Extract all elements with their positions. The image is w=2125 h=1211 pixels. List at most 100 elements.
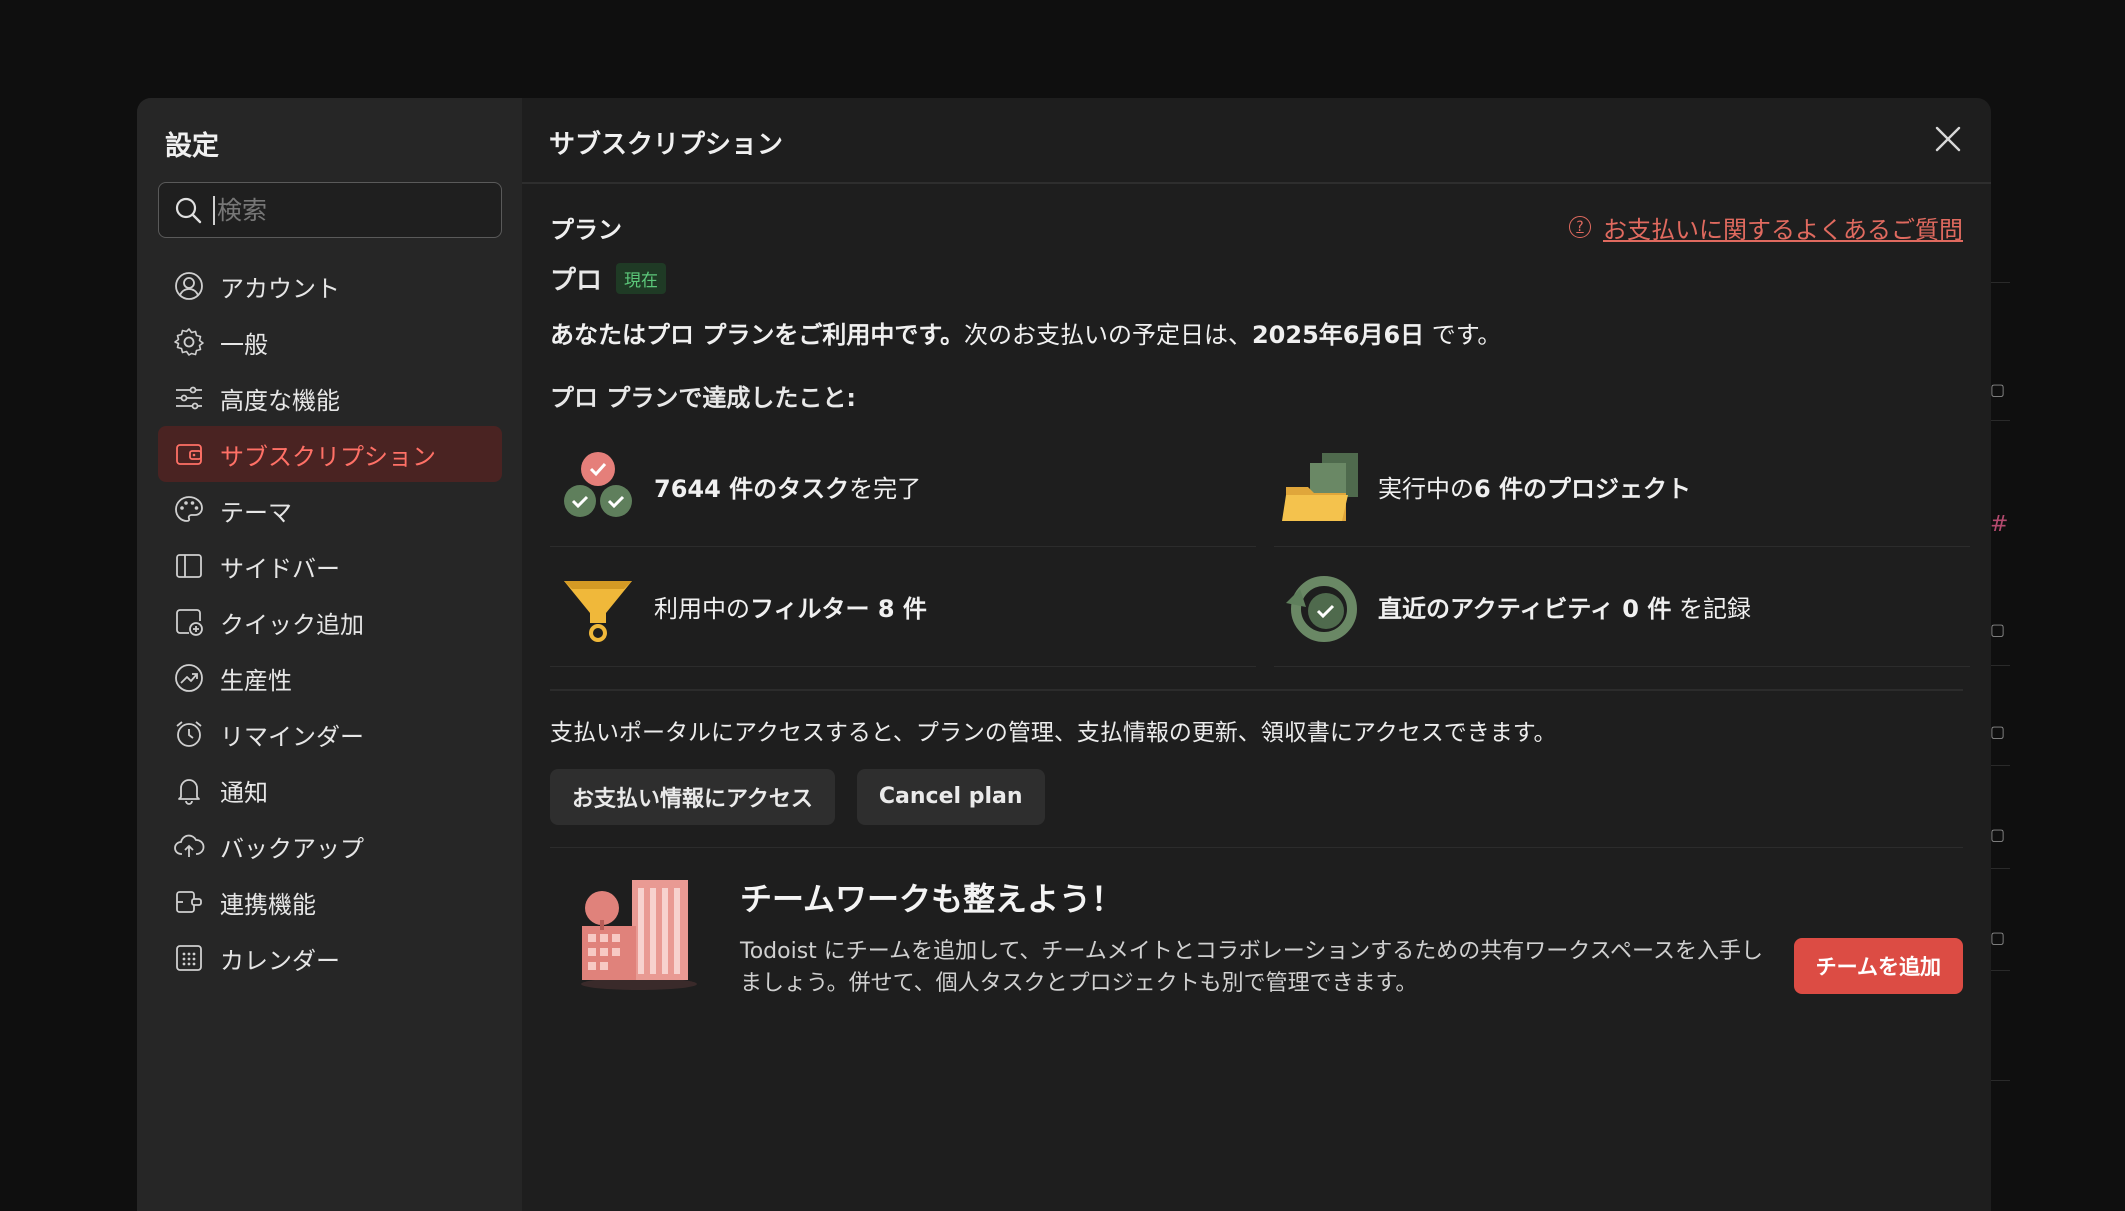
activity-suffix: を記録: [1671, 595, 1751, 623]
portal-description: 支払いポータルにアクセスすると、プランの管理、支払情報の更新、領収書にアクセスで…: [550, 719, 1557, 746]
comment-icon: ▢: [1990, 928, 2006, 947]
sidebar-item-label: アカウント: [220, 274, 340, 303]
subscription-panel: サブスクリプション プラン ? お支払いに関するよくあるご質問 プロ 現在 あな…: [522, 98, 1991, 1211]
stat-projects-text: 実行中の6 件のプロジェクト: [1378, 469, 1691, 504]
next-payment-date: 2025年6月6日: [1251, 321, 1425, 349]
sidebar-item-label: 高度な機能: [220, 386, 340, 415]
sidebar-item-sidebar[interactable]: サイドバー: [158, 538, 502, 594]
cancel-plan-button[interactable]: Cancel plan: [856, 768, 1045, 825]
sidebar-item-subscription[interactable]: サブスクリプション: [158, 426, 502, 482]
comment-icon: ▢: [1990, 722, 2006, 741]
sidebar-item-quick-add[interactable]: クイック追加: [158, 594, 502, 650]
stat-activity-text: 直近のアクティビティ 0 件 を記録: [1378, 589, 1751, 624]
search-box[interactable]: [158, 182, 502, 238]
sidebar-item-advanced[interactable]: 高度な機能: [158, 370, 502, 426]
faq-link-label: お支払いに関するよくあるご質問: [1603, 215, 1963, 244]
hash-icon: #: [1990, 512, 2009, 537]
integrations-icon: [172, 885, 206, 919]
stat-tasks-text: 7644 件のタスクを完了: [654, 469, 921, 504]
sidebar-item-general[interactable]: 一般: [158, 314, 502, 370]
settings-modal: 設定 アカウント 一般 高度な機能 サブスクリプション: [137, 98, 1991, 1211]
sidebar-item-reminders[interactable]: リマインダー: [158, 706, 502, 762]
close-icon: [1935, 126, 1961, 152]
section-divider: [550, 689, 1963, 691]
filter-illustration: [564, 580, 632, 642]
close-button[interactable]: [1931, 122, 1965, 156]
sidebar-item-productivity[interactable]: 生産性: [158, 650, 502, 706]
sidebar-item-account[interactable]: アカウント: [158, 258, 502, 314]
team-promo-description: Todoist にチームを追加して、チームメイトとコラボレーションするための共有…: [740, 939, 1763, 996]
projects-illustration: [1282, 452, 1358, 521]
sidebar-item-backups[interactable]: バックアップ: [158, 818, 502, 874]
sidebar-item-label: カレンダー: [220, 946, 340, 975]
sidebar-item-integrations[interactable]: 連携機能: [158, 874, 502, 930]
sidebar-icon: [172, 549, 206, 583]
plan-description: あなたはプロ プランをご利用中です。次のお支払いの予定日は、2025年6月6日 …: [550, 315, 1963, 350]
sidebar-item-label: サブスクリプション: [220, 442, 436, 471]
section-divider: [550, 846, 1963, 848]
calendar-icon: [172, 941, 206, 975]
sidebar-item-label: サイドバー: [220, 554, 340, 583]
palette-icon: [172, 493, 206, 527]
stat-filters-text: 利用中のフィルター 8 件: [654, 589, 927, 624]
tasks-suffix: を完了: [849, 475, 922, 503]
add-team-button[interactable]: チームを追加: [1793, 938, 1963, 994]
stat-tasks: 7644 件のタスクを完了: [550, 427, 1256, 547]
achievements-grid: 7644 件のタスクを完了 実行中の6 件のプロジェクト 利用中のフィルター 8…: [550, 427, 1970, 667]
sidebar-item-label: 生産性: [220, 666, 292, 695]
filters-count: フィルター 8 件: [750, 595, 927, 623]
billing-portal-button[interactable]: お支払い情報にアクセス: [550, 768, 835, 825]
question-icon: ?: [1569, 216, 1591, 238]
comment-icon: ▢: [1990, 620, 2006, 639]
plan-section-label: プラン: [550, 215, 622, 244]
stat-activity: 直近のアクティビティ 0 件 を記録: [1274, 547, 1970, 667]
tasks-count: 7644 件のタスク: [654, 475, 850, 503]
stat-projects: 実行中の6 件のプロジェクト: [1274, 427, 1970, 547]
sidebar-item-theme[interactable]: テーマ: [158, 482, 502, 538]
completed-tasks-illustration: [564, 451, 632, 517]
wallet-icon: [172, 437, 206, 471]
productivity-icon: [172, 661, 206, 695]
page-title: サブスクリプション: [549, 130, 784, 160]
gear-icon: [172, 325, 206, 359]
settings-nav: アカウント 一般 高度な機能 サブスクリプション テーマ サイドバー クイック追…: [158, 258, 502, 986]
plan-actions: お支払い情報にアクセス Cancel plan: [550, 768, 1963, 825]
stat-filters: 利用中のフィルター 8 件: [550, 547, 1256, 667]
sidebar-item-label: 通知: [220, 778, 268, 807]
comment-icon: ▢: [1990, 380, 2006, 399]
sliders-icon: [172, 381, 206, 415]
sidebar-title: 設定: [165, 131, 219, 162]
sidebar-item-label: バックアップ: [220, 834, 364, 863]
sidebar-item-label: リマインダー: [220, 722, 364, 751]
filters-prefix: 利用中の: [654, 595, 750, 623]
sidebar-item-label: テーマ: [220, 498, 292, 527]
cloud-upload-icon: [172, 829, 206, 863]
team-building-illustration: [581, 880, 697, 990]
subscription-content: プラン ? お支払いに関するよくあるご質問 プロ 現在 あなたはプロ プランをご…: [550, 210, 1970, 1000]
search-icon: [175, 197, 202, 224]
achievements-title: プロ プランで達成したこと:: [550, 384, 856, 412]
activity-count: 直近のアクティビティ 0 件: [1378, 595, 1672, 623]
account-icon: [172, 269, 206, 303]
bell-icon: [172, 773, 206, 807]
activity-illustration: [1286, 575, 1357, 642]
quick-add-icon: [172, 605, 206, 639]
team-promo: チームワークも整えよう！ Todoist にチームを追加して、チームメイトとコラ…: [550, 874, 1963, 1000]
current-badge: 現在: [616, 263, 667, 294]
settings-sidebar: 設定 アカウント 一般 高度な機能 サブスクリプション: [137, 98, 522, 1211]
sidebar-item-calendar[interactable]: カレンダー: [158, 930, 502, 986]
plan-desc-part-c: です。: [1424, 321, 1502, 349]
background-list-peek: ▢ # ▢ ▢ ▢ ▢: [1990, 280, 2010, 1081]
plan-desc-part-b: 次のお支払いの予定日は、: [963, 321, 1252, 349]
search-input[interactable]: [213, 195, 483, 225]
alarm-icon: [172, 717, 206, 751]
plan-desc-part-a: あなたはプロ プランをご利用中です。: [550, 321, 964, 349]
team-promo-text: チームワークも整えよう！ Todoist にチームを追加して、チームメイトとコラ…: [740, 874, 1780, 1000]
comment-icon: ▢: [1990, 825, 2006, 844]
faq-link[interactable]: ? お支払いに関するよくあるご質問: [1569, 210, 1963, 245]
sidebar-item-notifications[interactable]: 通知: [158, 762, 502, 818]
team-promo-title: チームワークも整えよう！: [740, 880, 1124, 918]
header-divider: [522, 182, 1991, 184]
projects-prefix: 実行中の: [1378, 475, 1474, 503]
sidebar-item-label: 連携機能: [220, 890, 316, 919]
